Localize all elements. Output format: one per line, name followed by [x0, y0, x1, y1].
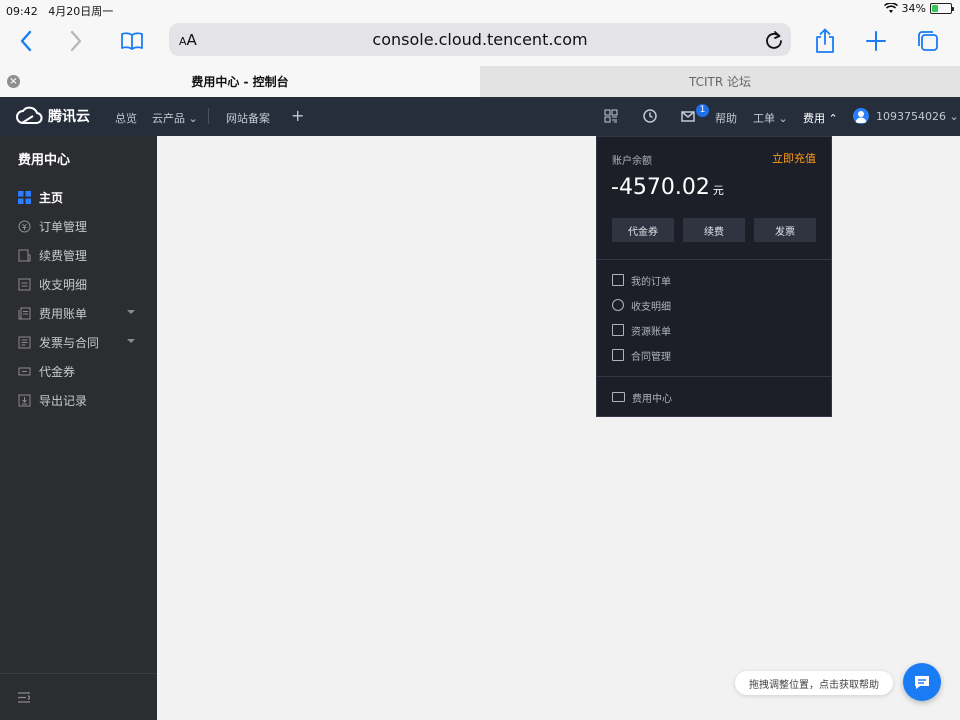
- url-text[interactable]: console.cloud.tencent.com: [169, 30, 791, 49]
- mail-icon[interactable]: [680, 108, 696, 124]
- sidebar: 费用中心 主页 订单管理 续费管理 收支明细 费用账单 发票与合同 代金券 导出…: [0, 136, 157, 720]
- address-bar[interactable]: AA console.cloud.tencent.com: [169, 23, 791, 56]
- sidebar-item-exports[interactable]: 导出记录: [0, 386, 157, 415]
- caret-down-icon: [127, 310, 135, 314]
- link-billing-center[interactable]: 费用中心: [612, 389, 672, 405]
- clock-icon[interactable]: [642, 108, 658, 124]
- sidebar-item-renewal[interactable]: 续费管理: [0, 241, 157, 270]
- billing-dropdown: 账户余额 立即充值 -4570.02 元 代金券 续费 发票 我的订单 收支明细 …: [596, 136, 832, 417]
- status-right: 34%: [883, 2, 954, 15]
- sidebar-item-label: 订单管理: [39, 220, 88, 234]
- tab-billing-console[interactable]: × 费用中心 - 控制台: [0, 66, 480, 97]
- nav-account[interactable]: 1093754026 ⌄: [876, 110, 959, 123]
- collapse-sidebar-icon[interactable]: [18, 692, 30, 703]
- sidebar-item-label: 费用账单: [39, 307, 88, 321]
- help-tooltip: 拖拽调整位置，点击获取帮助: [735, 671, 893, 695]
- contract-icon: [612, 349, 624, 361]
- voucher-button[interactable]: 代金券: [612, 218, 674, 242]
- balance-amount: -4570.02 元: [611, 175, 724, 200]
- invoice-icon: [18, 336, 31, 349]
- sidebar-item-label: 导出记录: [39, 394, 88, 408]
- card-icon: [612, 392, 625, 402]
- link-contracts[interactable]: 合同管理: [612, 347, 671, 363]
- voucher-icon: [18, 367, 31, 376]
- sidebar-title: 费用中心: [18, 153, 71, 168]
- link-resource-bill[interactable]: 资源账单: [612, 322, 671, 338]
- sidebar-item-vouchers[interactable]: 代金券: [0, 357, 157, 386]
- cloud-logo-icon: [16, 106, 43, 124]
- tencent-cloud-logo[interactable]: 腾讯云: [15, 106, 90, 126]
- yuan-icon: [612, 299, 624, 311]
- sidebar-item-label: 收支明细: [39, 278, 88, 292]
- bill-icon: [18, 307, 31, 320]
- qrcode-icon[interactable]: [603, 108, 619, 124]
- chat-icon: [915, 676, 929, 689]
- sidebar-item-invoices[interactable]: 发票与合同: [0, 328, 157, 357]
- balance-label: 账户余额: [612, 156, 652, 167]
- console-topnav: 腾讯云 总览 云产品 ⌄ 网站备案 + 1 帮助 工单 ⌄ 费用 ⌃ 10937…: [0, 97, 960, 136]
- nav-billing[interactable]: 费用 ⌃: [803, 110, 838, 126]
- avatar[interactable]: [853, 108, 869, 124]
- battery-icon: [930, 3, 954, 14]
- nav-icp-filing[interactable]: 网站备案: [226, 110, 270, 126]
- mail-badge: 1: [696, 104, 709, 117]
- tab-forum[interactable]: TCITR 论坛: [480, 66, 960, 97]
- divider: [597, 259, 831, 260]
- sidebar-item-transactions[interactable]: 收支明细: [0, 270, 157, 299]
- nav-products[interactable]: 云产品 ⌄: [152, 110, 198, 126]
- caret-down-icon: [127, 339, 135, 343]
- share-icon[interactable]: [809, 25, 841, 57]
- bill-icon: [612, 324, 624, 336]
- export-icon: [18, 394, 31, 407]
- brand-name: 腾讯云: [48, 109, 90, 125]
- sidebar-item-label: 主页: [39, 191, 64, 205]
- sidebar-item-orders[interactable]: 订单管理: [0, 212, 157, 241]
- grid-icon: [18, 191, 31, 204]
- browser-toolbar: AA console.cloud.tencent.com: [0, 19, 960, 66]
- list-icon: [18, 278, 31, 291]
- invoice-button[interactable]: 发票: [754, 218, 816, 242]
- status-time: 09:42 4月20日周一: [6, 5, 114, 18]
- yuan-icon: [18, 220, 31, 233]
- link-my-orders[interactable]: 我的订单: [612, 272, 671, 288]
- sidebar-item-label: 发票与合同: [39, 336, 100, 350]
- nav-overview[interactable]: 总览: [115, 110, 137, 126]
- tab-bar: × 费用中心 - 控制台 TCITR 论坛: [0, 66, 960, 97]
- wifi-icon: [883, 3, 898, 13]
- recharge-link[interactable]: 立即充值: [772, 150, 816, 166]
- reload-icon[interactable]: [763, 29, 785, 51]
- renew-button[interactable]: 续费: [683, 218, 745, 242]
- close-tab-icon[interactable]: ×: [7, 75, 20, 88]
- order-icon: [612, 274, 624, 286]
- battery-percent: 34%: [901, 2, 926, 15]
- help-chat-button[interactable]: [903, 663, 941, 701]
- nav-help[interactable]: 帮助: [715, 110, 737, 126]
- tabs-overview-icon[interactable]: [912, 25, 944, 57]
- sidebar-item-home[interactable]: 主页: [0, 183, 157, 212]
- nav-separator: [208, 108, 209, 124]
- sidebar-item-label: 续费管理: [39, 249, 88, 263]
- sidebar-item-label: 代金券: [39, 365, 76, 379]
- new-tab-icon[interactable]: [860, 25, 892, 57]
- sidebar-item-bills[interactable]: 费用账单: [0, 299, 157, 328]
- add-shortcut-icon[interactable]: +: [291, 106, 304, 125]
- renew-icon: [18, 249, 31, 262]
- tab-title: TCITR 论坛: [688, 75, 752, 89]
- nav-ticket[interactable]: 工单 ⌄: [753, 110, 788, 126]
- forward-icon[interactable]: [60, 25, 92, 57]
- bookmarks-icon[interactable]: [116, 25, 148, 57]
- back-icon[interactable]: [10, 25, 42, 57]
- link-transactions[interactable]: 收支明细: [612, 297, 671, 313]
- tab-title: 费用中心 - 控制台: [191, 75, 289, 89]
- status-bar: 09:42 4月20日周一 34%: [0, 0, 960, 19]
- sidebar-footer: [0, 673, 157, 720]
- divider: [597, 376, 831, 377]
